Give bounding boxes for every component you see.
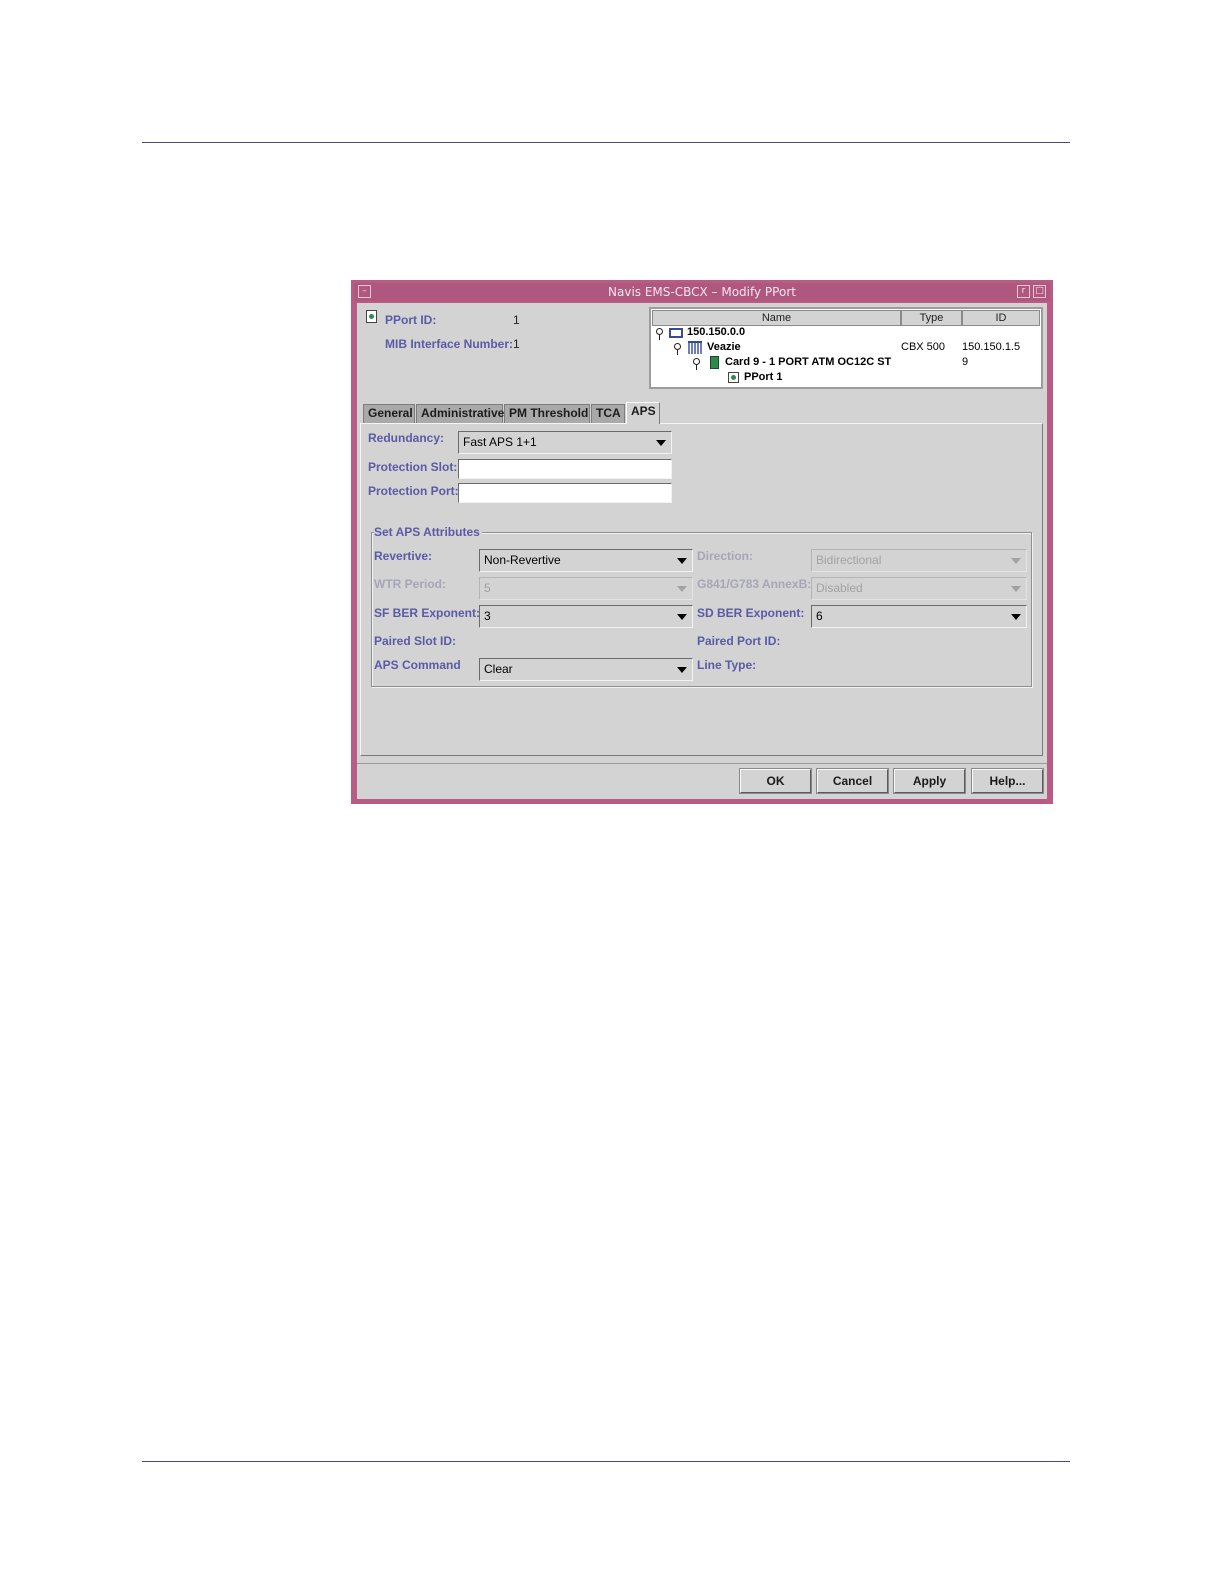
line-type-label: Line Type: — [697, 658, 757, 672]
apply-button[interactable]: Apply — [893, 768, 966, 794]
direction-value: Bidirectional — [816, 553, 882, 567]
paired-slot-label: Paired Slot ID: — [374, 634, 457, 648]
redundancy-label: Redundancy: — [368, 431, 445, 445]
chevron-down-icon — [677, 558, 687, 564]
annexb-label: G841/G783 AnnexB: — [697, 577, 812, 591]
chevron-down-icon — [1011, 614, 1021, 620]
tab-aps[interactable]: APS — [626, 402, 660, 424]
protection-port-field[interactable] — [458, 483, 672, 503]
redundancy-select[interactable]: Fast APS 1+1 — [458, 431, 672, 454]
help-button[interactable]: Help... — [971, 768, 1044, 794]
annexb-select: Disabled — [811, 577, 1027, 600]
chevron-down-icon — [677, 586, 687, 592]
chevron-down-icon — [677, 614, 687, 620]
maximize-icon[interactable]: □ — [1033, 285, 1046, 298]
wtr-period-label: WTR Period: — [374, 577, 446, 591]
button-bar-divider — [357, 763, 1047, 764]
redundancy-value: Fast APS 1+1 — [463, 435, 537, 449]
chevron-down-icon — [1011, 586, 1021, 592]
protection-slot-field[interactable] — [458, 459, 672, 479]
cancel-button[interactable]: Cancel — [816, 768, 889, 794]
minimize-icon[interactable]: r — [1017, 285, 1030, 298]
annexb-value: Disabled — [816, 581, 863, 595]
paired-port-label: Paired Port ID: — [697, 634, 781, 648]
revertive-label: Revertive: — [374, 549, 433, 563]
chevron-down-icon — [656, 440, 666, 446]
aps-attributes-title: Set APS Attributes — [374, 525, 482, 539]
wtr-period-select: 5 — [479, 577, 693, 600]
window-titlebar[interactable]: – Navis EMS-CBCX – Modify PPort r □ — [354, 283, 1050, 301]
protection-port-label: Protection Port: — [368, 484, 459, 498]
sd-ber-select[interactable]: 6 — [811, 605, 1027, 628]
aps-form: Redundancy: Fast APS 1+1 Protection Slot… — [357, 303, 1047, 799]
page-footer-rule — [142, 1461, 1070, 1462]
aps-command-select[interactable]: Clear — [479, 658, 693, 681]
revertive-value: Non-Revertive — [484, 553, 561, 567]
sf-ber-select[interactable]: 3 — [479, 605, 693, 628]
page-header-rule — [142, 142, 1070, 143]
aps-command-value: Clear — [484, 662, 513, 676]
direction-select: Bidirectional — [811, 549, 1027, 572]
sf-ber-value: 3 — [484, 609, 491, 623]
ok-button[interactable]: OK — [739, 768, 812, 794]
chevron-down-icon — [1011, 558, 1021, 564]
sf-ber-label: SF BER Exponent: — [374, 606, 481, 620]
wtr-period-value: 5 — [484, 581, 491, 595]
window-title: Navis EMS-CBCX – Modify PPort — [608, 285, 796, 299]
window-menu-icon[interactable]: – — [358, 285, 371, 298]
sd-ber-label: SD BER Exponent: — [697, 606, 805, 620]
protection-slot-label: Protection Slot: — [368, 460, 458, 474]
revertive-select[interactable]: Non-Revertive — [479, 549, 693, 572]
direction-label: Direction: — [697, 549, 754, 563]
sd-ber-value: 6 — [816, 609, 823, 623]
aps-command-label: APS Command — [374, 658, 461, 672]
chevron-down-icon — [677, 667, 687, 673]
